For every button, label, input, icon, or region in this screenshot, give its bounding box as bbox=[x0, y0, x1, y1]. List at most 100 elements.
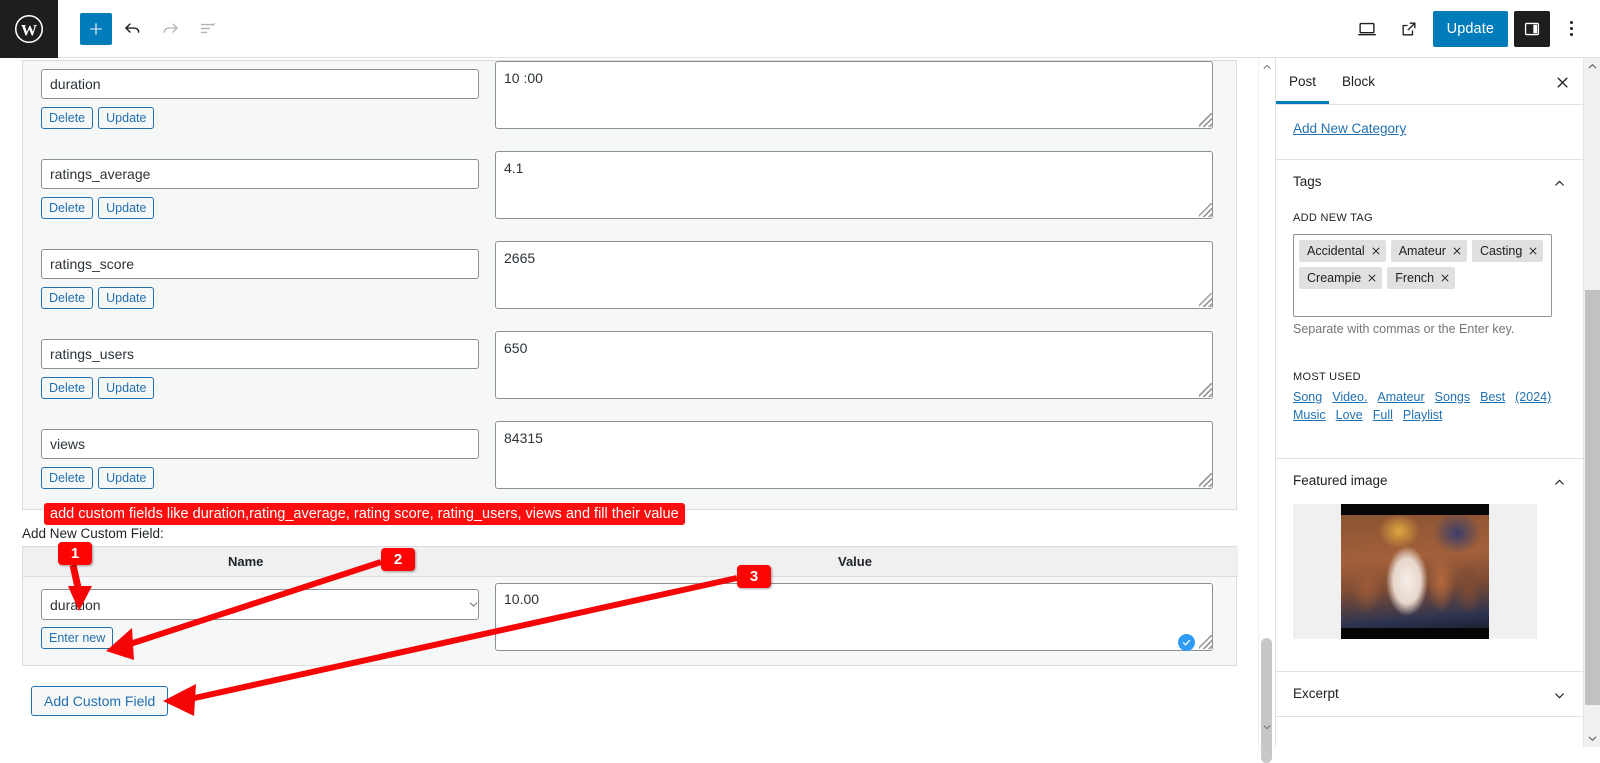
most-used-tag-link[interactable]: Playlist bbox=[1403, 408, 1443, 422]
delete-button[interactable]: Delete bbox=[41, 107, 94, 129]
close-x-icon[interactable] bbox=[1528, 246, 1538, 256]
update-button[interactable]: Update bbox=[98, 287, 155, 309]
update-button[interactable]: Update bbox=[98, 107, 155, 129]
most-used-tag-link[interactable]: Love bbox=[1336, 408, 1363, 422]
scroll-thumb[interactable] bbox=[1585, 290, 1600, 705]
scroll-thumb[interactable] bbox=[1261, 638, 1272, 763]
row-action-buttons: Delete Update bbox=[41, 197, 155, 219]
window-vertical-scrollbar[interactable] bbox=[1583, 58, 1600, 747]
add-new-custom-field-label: Add New Custom Field: bbox=[22, 526, 164, 541]
custom-field-name-input[interactable] bbox=[41, 69, 479, 99]
toolbar-right-group: Update bbox=[1349, 10, 1586, 47]
delete-button[interactable]: Delete bbox=[41, 287, 94, 309]
tags-hint-text: Separate with commas or the Enter key. bbox=[1293, 322, 1515, 336]
new-field-value-textarea[interactable]: 10.00 bbox=[495, 583, 1213, 651]
row-action-buttons: Delete Update bbox=[41, 467, 155, 489]
update-button[interactable]: Update bbox=[98, 377, 155, 399]
close-x-icon[interactable] bbox=[1550, 70, 1574, 94]
featured-image-panel-header[interactable]: Featured image bbox=[1276, 461, 1583, 503]
chevron-up-icon[interactable] bbox=[1553, 177, 1566, 190]
most-used-tag-link[interactable]: Best bbox=[1480, 390, 1505, 404]
most-used-tag-link[interactable]: (2024) bbox=[1515, 390, 1551, 404]
scroll-up-arrow-icon[interactable] bbox=[1584, 58, 1600, 75]
plus-icon[interactable] bbox=[80, 12, 112, 45]
most-used-tag-link[interactable]: Music bbox=[1293, 408, 1326, 422]
most-used-tag-link[interactable]: Full bbox=[1373, 408, 1393, 422]
custom-field-name-input[interactable] bbox=[41, 159, 479, 189]
chevron-up-icon[interactable] bbox=[1553, 476, 1566, 489]
letterbox-band bbox=[1341, 504, 1489, 515]
custom-field-name-input[interactable] bbox=[41, 339, 479, 369]
tag-token: Accidental bbox=[1299, 240, 1386, 262]
close-x-icon[interactable] bbox=[1371, 246, 1381, 256]
most-used-tag-list: Song Video. Amateur Songs Best (2024) Mu… bbox=[1293, 390, 1555, 422]
add-new-custom-field-table: Name Value duration Enter new 10.00 bbox=[22, 546, 1238, 666]
sidebar-tab-bar: Post Block bbox=[1276, 58, 1583, 105]
most-used-tag-link[interactable]: Song bbox=[1293, 390, 1322, 404]
custom-field-value-textarea[interactable]: 10 :00 bbox=[495, 61, 1213, 129]
scroll-down-arrow-icon[interactable] bbox=[1584, 730, 1600, 747]
tag-token: French bbox=[1387, 267, 1456, 289]
toolbar-left-group bbox=[80, 11, 226, 47]
update-button[interactable]: Update bbox=[1432, 10, 1508, 47]
custom-field-name-input[interactable] bbox=[41, 249, 479, 279]
scroll-down-arrow-icon[interactable] bbox=[1262, 722, 1272, 732]
custom-field-name-input[interactable] bbox=[41, 429, 479, 459]
check-circle-icon bbox=[1178, 634, 1195, 651]
tag-token-label: Creampie bbox=[1307, 271, 1362, 285]
three-dots-vertical-icon[interactable] bbox=[1556, 11, 1586, 47]
tag-token: Casting bbox=[1471, 240, 1544, 262]
custom-field-value-textarea[interactable]: 650 bbox=[495, 331, 1213, 399]
most-used-tag-link[interactable]: Songs bbox=[1435, 390, 1470, 404]
most-used-tag-link[interactable]: Video. bbox=[1332, 390, 1367, 404]
redo-arrow-icon bbox=[152, 11, 188, 47]
undo-arrow-icon[interactable] bbox=[114, 11, 150, 47]
column-header-name: Name bbox=[228, 554, 264, 569]
table-row: Delete Update 4.1 bbox=[23, 151, 1238, 241]
custom-field-value-textarea[interactable]: 4.1 bbox=[495, 151, 1213, 219]
row-action-buttons: Delete Update bbox=[41, 107, 155, 129]
add-new-category-link[interactable]: Add New Category bbox=[1293, 121, 1406, 136]
table-row: Delete Update 650 bbox=[23, 331, 1238, 421]
delete-button[interactable]: Delete bbox=[41, 197, 94, 219]
row-action-buttons: Delete Update bbox=[41, 287, 155, 309]
featured-image-preview bbox=[1341, 504, 1489, 639]
settings-panel-icon[interactable] bbox=[1514, 10, 1550, 47]
tab-block[interactable]: Block bbox=[1329, 58, 1388, 104]
table-row: Delete Update 2665 bbox=[23, 241, 1238, 331]
panel-title: Excerpt bbox=[1293, 686, 1339, 701]
close-x-icon[interactable] bbox=[1367, 273, 1377, 283]
tags-panel-header[interactable]: Tags bbox=[1276, 162, 1583, 204]
post-editor-content-area: Delete Update 10 :00 Delete Update 4.1 D… bbox=[0, 58, 1258, 747]
add-new-tag-label: ADD NEW TAG bbox=[1293, 212, 1373, 224]
external-link-icon[interactable] bbox=[1391, 11, 1427, 47]
tag-token-label: French bbox=[1395, 271, 1435, 285]
delete-button[interactable]: Delete bbox=[41, 467, 94, 489]
most-used-tag-link[interactable]: Amateur bbox=[1377, 390, 1424, 404]
wordpress-logo-icon[interactable]: W bbox=[0, 0, 58, 58]
close-x-icon[interactable] bbox=[1452, 246, 1462, 256]
update-button[interactable]: Update bbox=[98, 197, 155, 219]
scroll-up-arrow-icon[interactable] bbox=[1262, 62, 1272, 72]
desktop-preview-icon[interactable] bbox=[1349, 11, 1385, 47]
three-dots-glyph bbox=[1569, 21, 1573, 36]
custom-field-value-textarea[interactable]: 84315 bbox=[495, 421, 1213, 489]
tab-post[interactable]: Post bbox=[1276, 58, 1330, 104]
panel-title: Featured image bbox=[1293, 473, 1388, 488]
table-row: Delete Update 10 :00 bbox=[23, 61, 1238, 151]
excerpt-panel-header[interactable]: Excerpt bbox=[1276, 674, 1583, 716]
close-x-icon[interactable] bbox=[1440, 273, 1450, 283]
new-field-name-select[interactable]: duration bbox=[41, 589, 479, 620]
custom-field-value-textarea[interactable]: 2665 bbox=[495, 241, 1213, 309]
add-custom-field-button[interactable]: Add Custom Field bbox=[31, 686, 169, 716]
enter-new-button[interactable]: Enter new bbox=[41, 627, 114, 649]
tags-input-token-box[interactable]: Accidental Amateur Casting Creampie Fren… bbox=[1293, 234, 1552, 317]
editor-vertical-scrollbar[interactable] bbox=[1258, 58, 1274, 763]
document-overview-icon[interactable] bbox=[190, 11, 226, 47]
update-button[interactable]: Update bbox=[98, 467, 155, 489]
delete-button[interactable]: Delete bbox=[41, 377, 94, 399]
chevron-down-icon[interactable] bbox=[1553, 689, 1566, 702]
tag-token: Creampie bbox=[1299, 267, 1383, 289]
panel-title: Tags bbox=[1293, 174, 1322, 189]
featured-image-thumbnail[interactable] bbox=[1293, 504, 1537, 639]
